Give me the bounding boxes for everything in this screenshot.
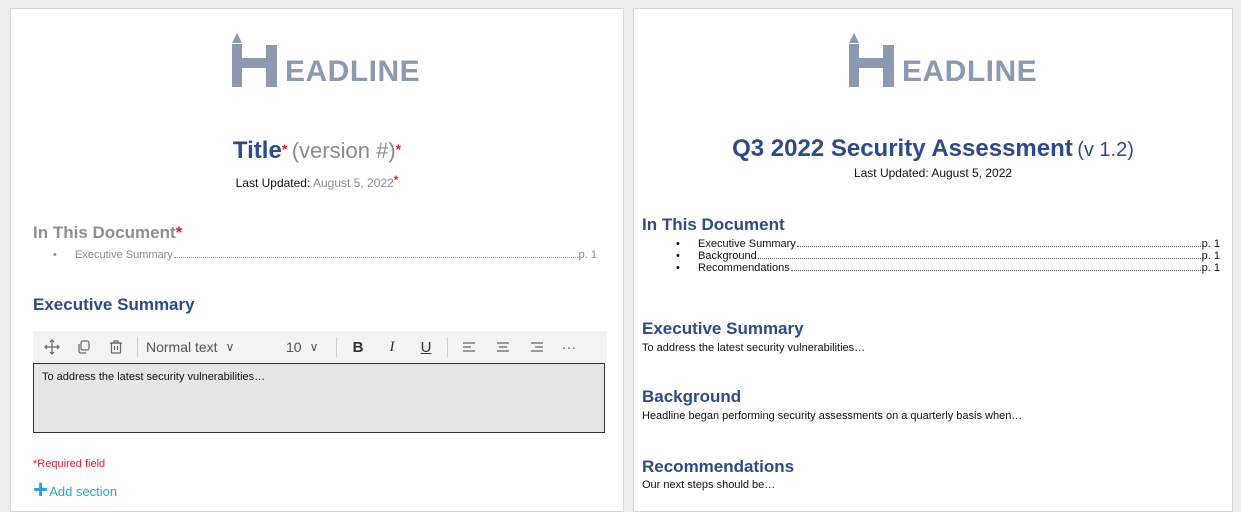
bullet-icon: • xyxy=(53,249,57,261)
toolbar-divider xyxy=(447,337,448,357)
toc-item-label: Executive Summary xyxy=(75,249,173,261)
font-size-select[interactable]: 10 ∨ xyxy=(286,339,328,355)
document-title: Q3 2022 Security Assessment (v 1.2) xyxy=(634,135,1232,163)
headline-logo: EADLINE xyxy=(229,31,420,89)
last-updated: Last Updated: August 5, 2022* xyxy=(11,173,623,190)
move-icon[interactable] xyxy=(39,334,65,360)
bold-button[interactable]: B xyxy=(345,339,371,356)
version-placeholder: (version #) xyxy=(291,138,396,163)
recommendations-text: Our next steps should be… xyxy=(642,479,776,491)
toc-item: • Recommendations p. 1 xyxy=(672,262,1220,274)
toc-heading: In This Document xyxy=(642,215,785,234)
pencil-h-logo-icon xyxy=(849,33,894,87)
add-section-label: Add section xyxy=(49,484,118,499)
last-updated-label: Last Updated: xyxy=(235,176,311,190)
bullet-icon: • xyxy=(676,250,680,262)
toolbar-divider xyxy=(336,337,337,357)
toc-item-label: Background xyxy=(698,250,757,262)
exec-summary-heading: Executive Summary xyxy=(642,319,804,338)
chevron-down-icon: ∨ xyxy=(309,340,319,354)
text-style-value: Normal text xyxy=(146,339,218,355)
headline-logo: EADLINE xyxy=(846,31,1037,89)
toc-item-page: p. 1 xyxy=(1201,262,1220,274)
required-asterisk: * xyxy=(393,173,399,187)
document-title: Title* (version #)* xyxy=(11,137,623,165)
toc-heading: In This Document* xyxy=(33,223,182,243)
rich-text-toolbar: Normal text ∨ 10 ∨ B I U ··· xyxy=(33,331,607,363)
title-placeholder: Title xyxy=(232,137,282,164)
background-heading: Background xyxy=(642,387,742,406)
toc-item: • Background p. 1 xyxy=(672,250,1220,262)
logo-text: EADLINE xyxy=(902,55,1038,88)
underline-button[interactable]: U xyxy=(413,339,439,356)
required-asterisk: * xyxy=(281,141,288,157)
text-style-select[interactable]: Normal text ∨ xyxy=(146,339,286,355)
logo-text: EADLINE xyxy=(285,55,421,88)
bullet-icon: • xyxy=(676,262,680,274)
add-section-button[interactable]: + Add section xyxy=(33,474,118,504)
recommendations-heading: Recommendations xyxy=(642,457,795,476)
font-size-value: 10 xyxy=(286,339,302,355)
toc-item-page: p. 1 xyxy=(1201,238,1220,250)
toc-list: • Executive Summary p. 1 xyxy=(49,249,597,261)
toc-item: • Executive Summary p. 1 xyxy=(49,249,597,261)
required-asterisk: * xyxy=(175,223,183,242)
toc-item-page: p. 1 xyxy=(578,249,597,261)
toc-list: • Executive Summary p. 1 • Background p.… xyxy=(672,238,1220,274)
toc-item: • Executive Summary p. 1 xyxy=(672,238,1220,250)
italic-button[interactable]: I xyxy=(379,339,405,356)
exec-summary-heading: Executive Summary xyxy=(33,295,195,314)
bullet-icon: • xyxy=(676,238,680,250)
toc-item-label: Executive Summary xyxy=(698,238,796,250)
toc-heading-label: In This Document xyxy=(33,223,176,242)
more-options-button[interactable]: ··· xyxy=(556,339,582,356)
exec-summary-editor[interactable]: To address the latest security vulnerabi… xyxy=(33,363,605,433)
background-text: Headline began performing security asses… xyxy=(642,410,1023,422)
align-right-icon[interactable] xyxy=(524,341,550,353)
delete-icon[interactable] xyxy=(103,334,129,360)
toc-leader xyxy=(757,258,1201,259)
toolbar-divider xyxy=(137,337,138,357)
toc-item-page: p. 1 xyxy=(1201,250,1220,262)
plus-icon: + xyxy=(33,474,49,504)
chevron-down-icon: ∨ xyxy=(225,340,235,354)
align-left-icon[interactable] xyxy=(456,341,482,353)
toc-leader xyxy=(796,246,1201,247)
required-asterisk: * xyxy=(395,141,402,157)
template-editor-panel: EADLINE Title* (version #)* Last Updated… xyxy=(10,8,624,512)
title-text: Q3 2022 Security Assessment xyxy=(732,135,1073,162)
pencil-h-logo-icon xyxy=(232,33,277,87)
required-field-note: *Required field xyxy=(33,458,106,470)
last-updated-value: August 5, 2022 xyxy=(312,176,394,190)
toc-leader xyxy=(173,257,578,258)
document-preview-panel: EADLINE Q3 2022 Security Assessment (v 1… xyxy=(633,8,1233,512)
exec-summary-text: To address the latest security vulnerabi… xyxy=(642,342,866,354)
toc-item-label: Recommendations xyxy=(698,262,790,274)
last-updated: Last Updated: August 5, 2022 xyxy=(853,166,1013,180)
toc-leader xyxy=(790,270,1201,271)
duplicate-icon[interactable] xyxy=(71,334,97,360)
version-text: (v 1.2) xyxy=(1077,139,1134,161)
align-center-icon[interactable] xyxy=(490,341,516,353)
